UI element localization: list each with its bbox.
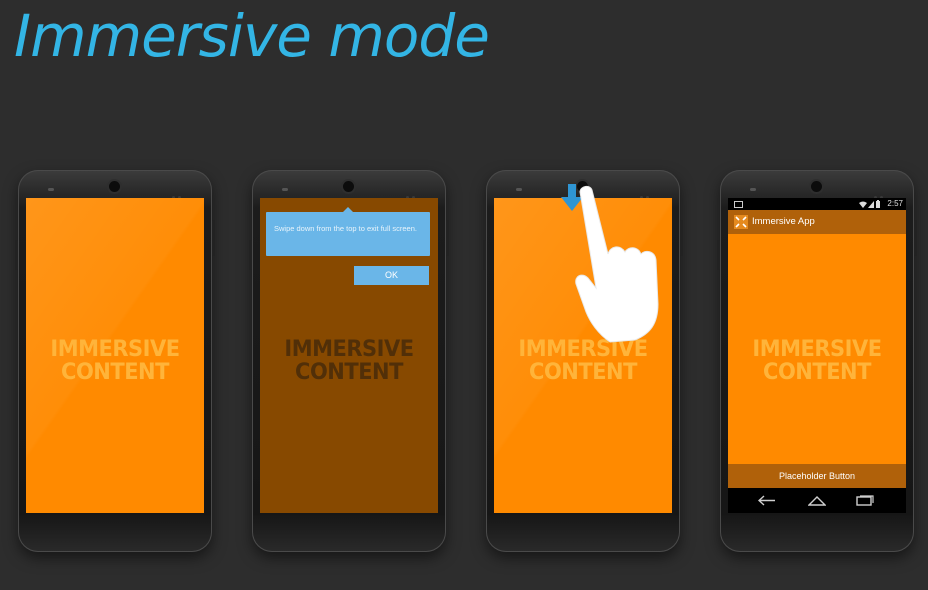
sensors [172, 186, 186, 199]
phone-2: IMMERSIVE CONTENT Swipe down from the to… [249, 170, 449, 552]
page-title: Immersive mode [14, 2, 490, 70]
front-camera [109, 181, 120, 192]
immersive-content-text: IMMERSIVE CONTENT [50, 335, 180, 385]
screen-immersive[interactable]: IMMERSIVE CONTENT [26, 198, 204, 513]
app-icon[interactable] [734, 215, 748, 229]
action-bar: Immersive App [728, 210, 906, 234]
notification-icon [734, 201, 743, 208]
status-bar: 2:57 [728, 198, 906, 210]
back-icon[interactable] [758, 495, 776, 506]
signal-icon [868, 201, 874, 208]
sensors [406, 186, 420, 199]
phone-4: 2:57 Immersive App IMMERSIVE CONTENT Pla… [717, 170, 917, 552]
wifi-icon [859, 201, 867, 208]
status-icons [859, 200, 880, 208]
swipe-tooltip: Swipe down from the top to exit full scr… [266, 212, 430, 256]
speaker [282, 188, 288, 191]
sensors [874, 186, 888, 199]
phone-3: IMMERSIVE CONTENT [483, 170, 683, 552]
front-camera [343, 181, 354, 192]
screen-with-tip: IMMERSIVE CONTENT Swipe down from the to… [260, 198, 438, 513]
speaker [516, 188, 522, 191]
placeholder-button[interactable]: Placeholder Button [728, 464, 906, 488]
clock: 2:57 [887, 199, 903, 208]
battery-icon [876, 200, 880, 208]
ok-button[interactable]: OK [354, 266, 429, 285]
screen-normal-app: 2:57 Immersive App IMMERSIVE CONTENT Pla… [728, 198, 906, 513]
hand-swipe-icon [575, 185, 659, 343]
recents-icon[interactable] [856, 495, 874, 506]
app-title: Immersive App [752, 216, 815, 227]
tooltip-text: Swipe down from the top to exit full scr… [274, 224, 417, 233]
front-camera [811, 181, 822, 192]
home-icon[interactable] [808, 495, 826, 506]
speaker [750, 188, 756, 191]
phone-1: IMMERSIVE CONTENT [15, 170, 215, 552]
speaker [48, 188, 54, 191]
navigation-bar [728, 488, 906, 513]
immersive-content-text: IMMERSIVE CONTENT [752, 335, 882, 385]
